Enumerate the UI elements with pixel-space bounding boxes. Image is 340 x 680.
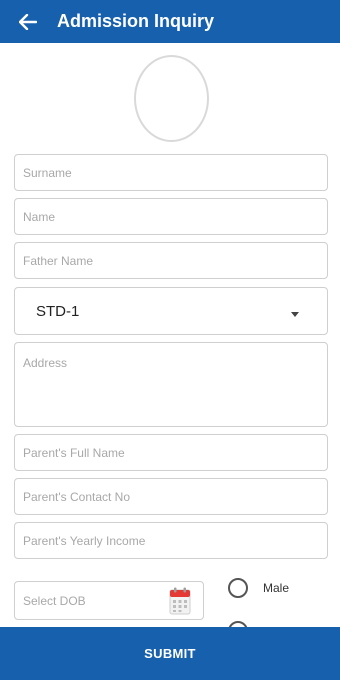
parent-income-field[interactable] bbox=[14, 522, 328, 559]
address-field[interactable] bbox=[14, 342, 328, 427]
parent-full-name-field[interactable] bbox=[14, 434, 328, 471]
parent-contact-field[interactable] bbox=[14, 478, 328, 515]
standard-select-value: STD-1 bbox=[36, 302, 80, 320]
page-title: Admission Inquiry bbox=[57, 11, 215, 31]
gender-option-male[interactable]: Male bbox=[228, 578, 289, 598]
back-button[interactable] bbox=[6, 7, 50, 37]
parent-income-input[interactable] bbox=[23, 533, 327, 548]
father-name-field[interactable] bbox=[14, 242, 328, 279]
father-name-input[interactable] bbox=[23, 253, 327, 268]
parent-contact-input[interactable] bbox=[23, 489, 327, 504]
male-radio[interactable] bbox=[228, 578, 248, 598]
app-bar: Admission Inquiry bbox=[0, 0, 340, 43]
name-field[interactable] bbox=[14, 198, 328, 235]
parent-full-name-input[interactable] bbox=[23, 445, 327, 460]
chevron-down-icon bbox=[291, 311, 299, 317]
submit-button[interactable]: SUBMIT bbox=[0, 627, 340, 680]
dob-field[interactable]: Select DOB bbox=[14, 581, 204, 620]
address-input[interactable] bbox=[23, 356, 327, 416]
name-input[interactable] bbox=[23, 209, 327, 224]
male-label: Male bbox=[263, 581, 290, 595]
standard-select[interactable]: STD-1 bbox=[14, 287, 328, 335]
arrow-left-icon bbox=[19, 13, 37, 30]
dob-placeholder: Select DOB bbox=[23, 593, 86, 608]
calendar-icon[interactable] bbox=[169, 587, 191, 615]
surname-input[interactable] bbox=[23, 165, 327, 180]
surname-field[interactable] bbox=[14, 154, 328, 191]
profile-photo-button[interactable] bbox=[134, 55, 209, 142]
